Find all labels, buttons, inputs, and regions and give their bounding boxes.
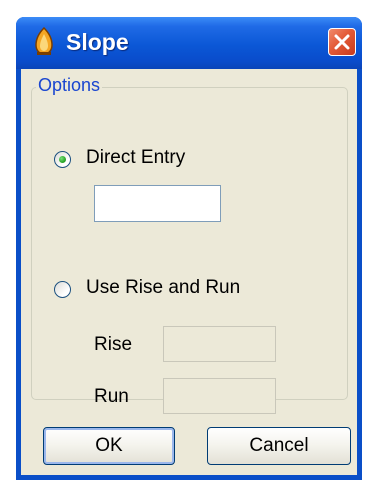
dialog-body: Options Direct Entry Use Rise and Run Ri… (21, 69, 357, 475)
use-rise-and-run-label[interactable]: Use Rise and Run (86, 277, 240, 299)
radio-selected-dot (59, 156, 66, 163)
rise-field[interactable] (163, 326, 276, 362)
direct-entry-field[interactable] (94, 185, 221, 222)
options-group-label: Options (36, 75, 103, 96)
title-bar[interactable]: Slope (16, 17, 362, 69)
app-icon (35, 26, 53, 55)
slope-dialog: Slope Options Direct Entry Use Rise and … (16, 17, 362, 480)
close-icon (334, 34, 350, 50)
cancel-button[interactable]: Cancel (207, 427, 351, 465)
run-label: Run (94, 386, 129, 407)
close-button[interactable] (328, 28, 356, 56)
direct-entry-radio[interactable] (54, 151, 71, 168)
ok-button[interactable]: OK (43, 427, 175, 465)
direct-entry-label[interactable]: Direct Entry (86, 147, 185, 169)
use-rise-and-run-radio[interactable] (54, 281, 71, 298)
window-title: Slope (66, 29, 129, 55)
run-field[interactable] (163, 378, 276, 414)
rise-label: Rise (94, 334, 133, 355)
